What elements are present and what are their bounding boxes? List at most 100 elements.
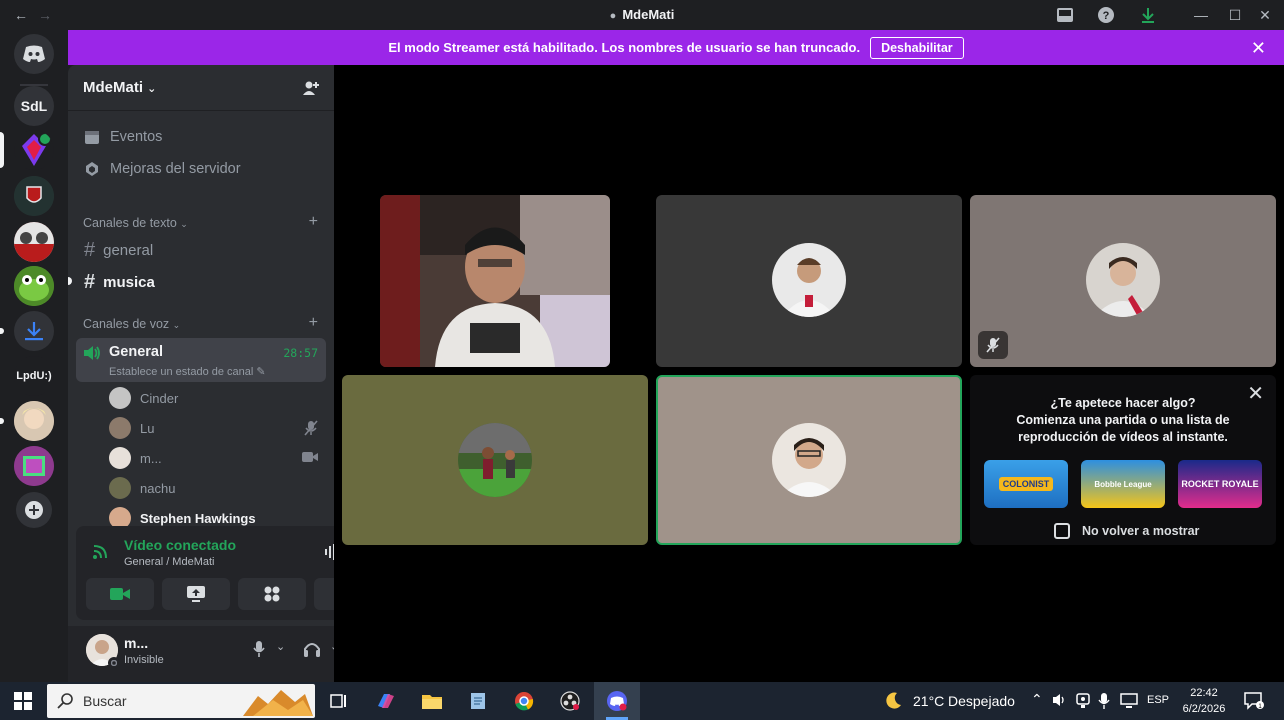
server-purple[interactable] <box>14 446 54 486</box>
activity-game[interactable]: ROCKET ROYALE <box>1178 460 1262 508</box>
activity-game[interactable]: COLONIST <box>984 460 1068 508</box>
windows-taskbar: Buscar 21°C Despejado ⌃ ESP 22:42 6/2/20… <box>0 682 1284 720</box>
participant-tile-speaking[interactable] <box>656 375 962 545</box>
chrome-icon[interactable] <box>511 688 537 714</box>
avatar <box>109 387 131 409</box>
help-icon[interactable]: ? <box>1097 6 1115 24</box>
close-icon[interactable]: ✕ <box>1247 381 1264 406</box>
invite-people-icon[interactable] <box>302 79 320 97</box>
banner-text: El modo Streamer está habilitado. Los no… <box>388 40 861 55</box>
obs-icon[interactable] <box>557 688 583 714</box>
participant-tile[interactable] <box>970 195 1276 367</box>
network-icon[interactable] <box>1120 693 1138 709</box>
activity-game[interactable]: Bobble League <box>1081 460 1165 508</box>
volume-icon[interactable] <box>1052 693 1068 707</box>
weather-temp[interactable]: 21°C <box>913 693 944 709</box>
notification-icon[interactable]: 1 <box>1244 692 1264 710</box>
connection-signal-icon <box>92 542 110 560</box>
avatar <box>109 417 131 439</box>
participant-tile[interactable] <box>656 195 962 367</box>
activities-icon <box>264 586 280 602</box>
windows-start-icon[interactable] <box>10 688 36 714</box>
unread-indicator <box>68 277 72 285</box>
mic-options-chevron-icon[interactable]: ⌄ <box>276 640 285 653</box>
language-indicator[interactable]: ESP <box>1147 694 1169 706</box>
invisible-status-icon <box>108 657 120 669</box>
server-header[interactable]: MdeMati ⌄ <box>68 65 334 111</box>
add-server-button[interactable] <box>16 492 52 528</box>
avatar <box>109 477 131 499</box>
channel-musica[interactable]: # musica <box>84 271 155 294</box>
file-explorer-icon[interactable] <box>419 688 445 714</box>
taskbar-search[interactable]: Buscar <box>47 684 315 718</box>
notepad-icon[interactable] <box>465 688 491 714</box>
search-placeholder: Buscar <box>83 693 127 709</box>
microphone-tray-icon[interactable] <box>1098 692 1110 710</box>
download-apps-button[interactable] <box>14 311 54 351</box>
voice-channel-general[interactable]: General 28:57 Establece un estado de can… <box>76 338 326 382</box>
voice-user[interactable]: nachu <box>109 477 175 499</box>
download-icon[interactable] <box>1139 6 1157 24</box>
muted-mic-icon <box>304 420 318 436</box>
participant-tile[interactable] <box>342 375 648 545</box>
server-fiorentina[interactable] <box>14 130 54 170</box>
server-anime[interactable] <box>14 401 54 441</box>
microphone-icon[interactable] <box>252 640 266 658</box>
set-channel-status[interactable]: Establece un estado de canal ✎ <box>109 365 266 378</box>
voice-status[interactable]: Vídeo conectado <box>124 537 236 553</box>
disable-streamer-button[interactable]: Deshabilitar <box>870 36 964 59</box>
video-camera-icon <box>302 451 318 463</box>
server-crest[interactable] <box>14 176 54 216</box>
channel-sidebar: MdeMati ⌄ Eventos Mejoras del servidor C… <box>68 65 402 682</box>
avatar <box>772 423 846 497</box>
server-boost-item[interactable]: Mejoras del servidor <box>84 161 241 177</box>
server-rail: SdL LpdU:) <box>0 30 68 682</box>
screen-share-button[interactable] <box>162 578 230 610</box>
server-lpdu[interactable]: LpdU:) <box>14 356 54 396</box>
server-frog[interactable] <box>14 266 54 306</box>
inbox-icon[interactable] <box>1056 6 1074 24</box>
avatar <box>458 423 532 497</box>
voice-location[interactable]: General / MdeMati <box>124 556 214 568</box>
create-voice-channel-icon[interactable]: + <box>309 314 318 332</box>
events-item[interactable]: Eventos <box>84 129 162 145</box>
weather-desc[interactable]: Despejado <box>948 693 1015 709</box>
dont-show-again-label[interactable]: No volver a mostrar <box>1082 524 1199 538</box>
discord-taskbar-icon[interactable] <box>604 688 630 714</box>
hash-icon: # <box>84 239 96 261</box>
clock[interactable]: 22:42 6/2/2026 <box>1176 685 1232 717</box>
chevron-up-icon[interactable]: ⌃ <box>1031 691 1043 708</box>
create-text-channel-icon[interactable]: + <box>309 213 318 231</box>
channel-general[interactable]: # general <box>84 239 153 262</box>
streamer-mode-banner: El modo Streamer está habilitado. Los no… <box>68 30 1284 65</box>
server-name[interactable]: MdeMati ⌄ <box>83 79 156 96</box>
maximize-button[interactable]: ☐ <box>1226 6 1244 24</box>
close-window-button[interactable]: ✕ <box>1256 6 1274 24</box>
server-sdl[interactable]: SdL <box>14 86 54 126</box>
banner-close-icon[interactable]: ✕ <box>1251 38 1266 59</box>
voice-channels-category[interactable]: Canales de voz ⌄ <box>83 317 180 331</box>
dont-show-again-checkbox[interactable] <box>1054 523 1070 539</box>
search-icon <box>57 693 73 709</box>
activity-title: ¿Te apetece hacer algo? <box>1050 396 1196 410</box>
boost-icon <box>84 161 104 177</box>
camera-button[interactable] <box>86 578 154 610</box>
search-highlight-image <box>243 686 313 716</box>
task-view-icon[interactable] <box>326 688 352 714</box>
camera-tray-icon[interactable] <box>1076 693 1090 709</box>
voice-user[interactable]: Lu <box>109 417 154 439</box>
headphones-icon[interactable] <box>303 640 321 658</box>
voice-user[interactable]: Cinder <box>109 387 178 409</box>
text-channels-category[interactable]: Canales de texto ⌄ <box>83 216 188 230</box>
discord-home-button[interactable] <box>14 34 54 74</box>
minimize-button[interactable]: — <box>1192 6 1210 24</box>
calendar-icon <box>84 129 104 145</box>
server-team[interactable] <box>14 222 54 262</box>
username[interactable]: m... <box>124 635 148 651</box>
activity-subtitle: Comienza una partida o una lista de repr… <box>1016 413 1230 444</box>
voice-user[interactable]: m... <box>109 447 162 469</box>
webcam-tile[interactable] <box>380 195 610 367</box>
webcam-video <box>380 195 610 367</box>
activities-button[interactable] <box>238 578 306 610</box>
copilot-icon[interactable] <box>373 688 399 714</box>
